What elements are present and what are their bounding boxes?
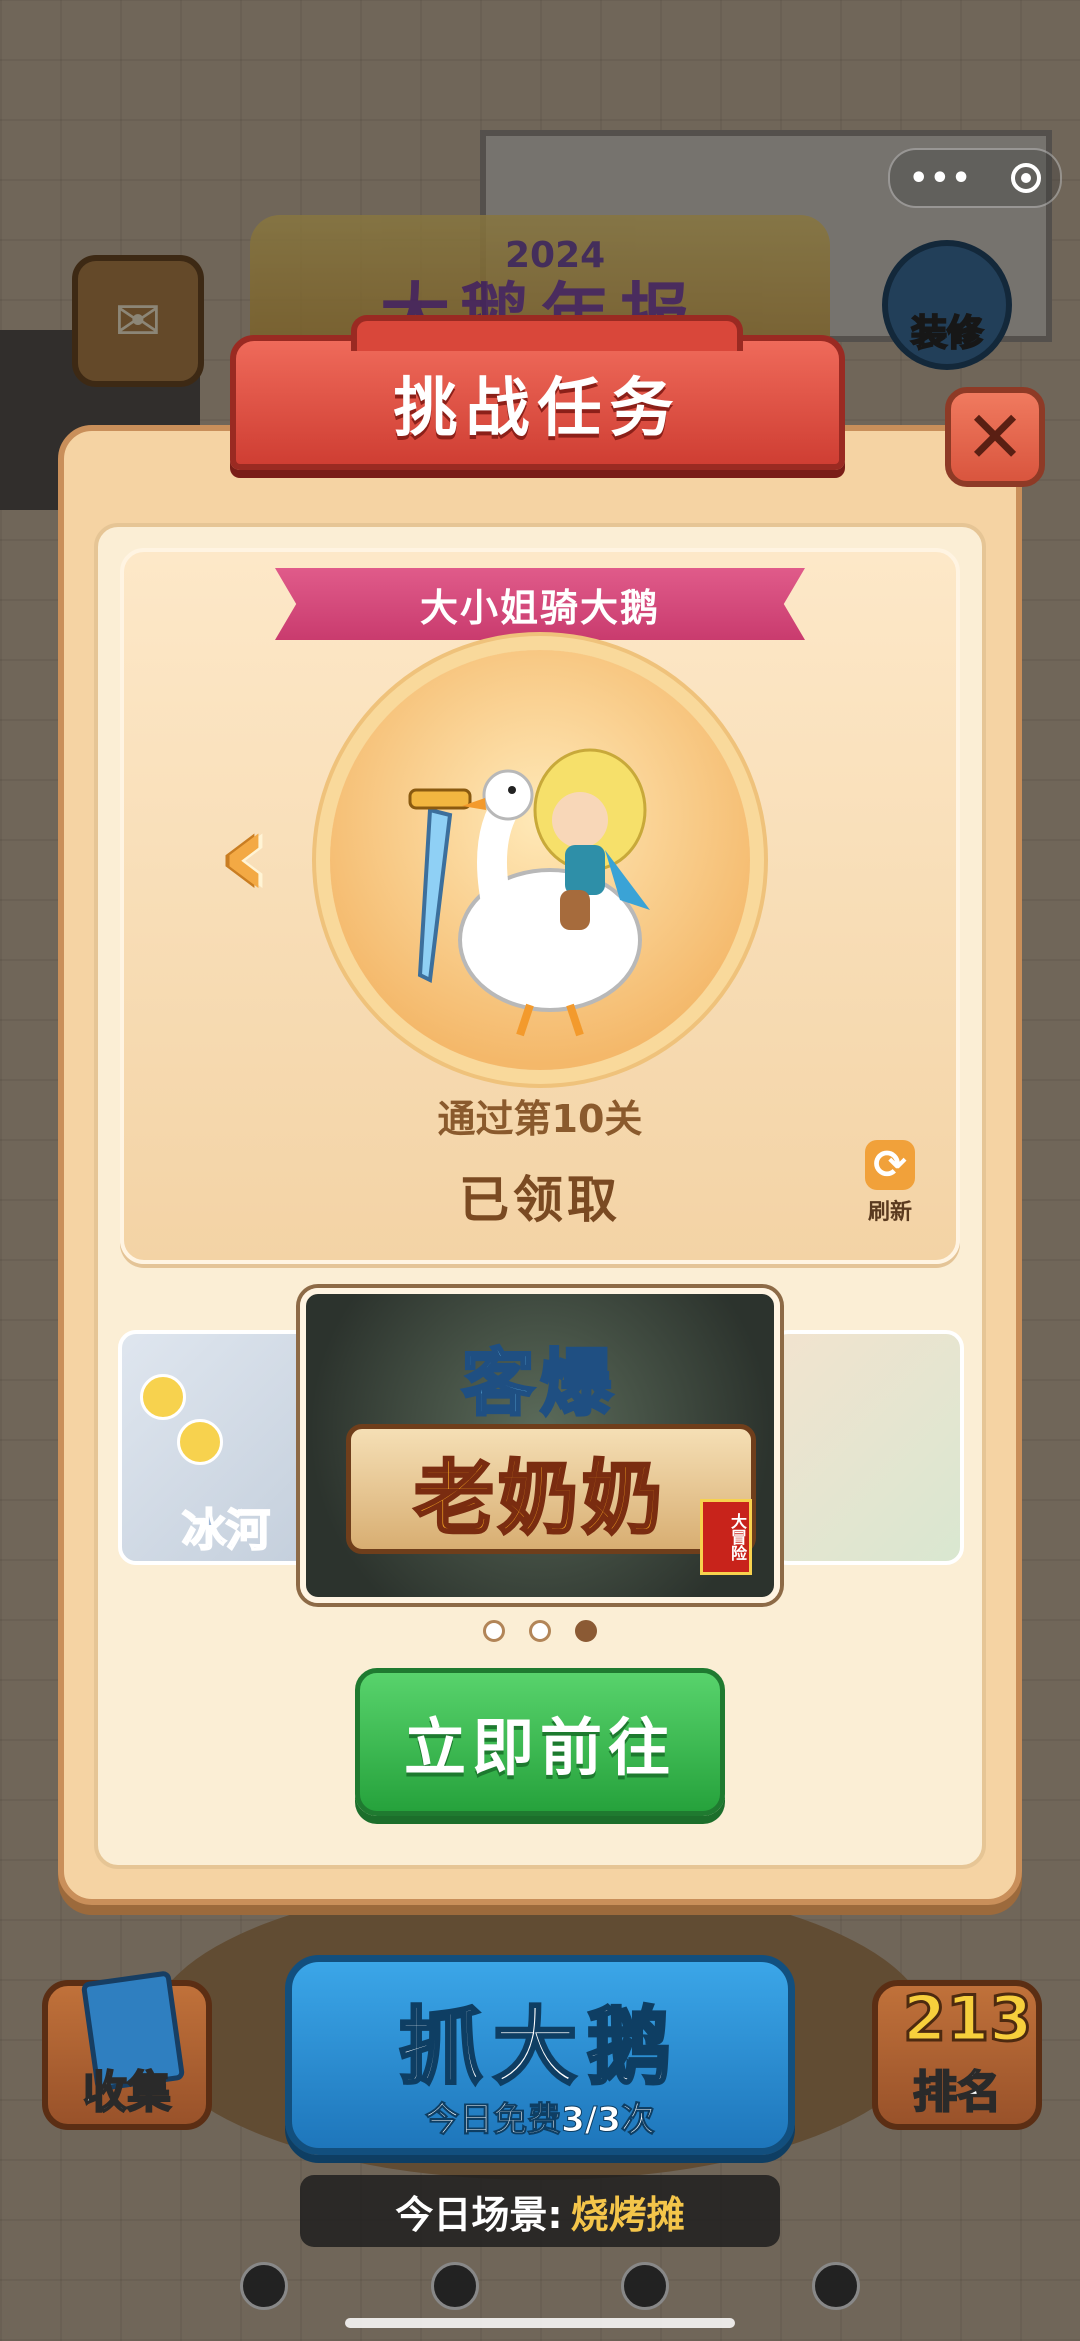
more-icon[interactable]: ••• <box>909 161 973 196</box>
thumbnail-left-label: 冰河 <box>181 1504 271 1557</box>
refresh-icon: ⟳ <box>865 1140 915 1190</box>
go-now-label: 立即前往 <box>403 1711 676 1784</box>
modal-title: 挑战任务 <box>393 371 682 446</box>
task-name: 大小姐骑大鹅 <box>419 585 660 630</box>
catch-goose-button[interactable]: 抓大鹅 今日免费3/3次 <box>285 1955 795 2155</box>
podium-icon: 213 <box>902 1981 1034 2057</box>
go-now-button[interactable]: 立即前往 <box>355 1668 725 1816</box>
avatar[interactable] <box>621 2262 670 2310</box>
game-thumbnail-left[interactable]: 冰河 <box>118 1330 318 1565</box>
close-miniprogram-icon[interactable] <box>1010 163 1041 193</box>
collect-button[interactable]: 收集 <box>42 1970 212 2130</box>
task-requirement: 通过第10关 <box>437 1097 643 1141</box>
game-thumbnail-right[interactable] <box>770 1330 964 1565</box>
goose-rider-skin-image <box>408 748 650 1037</box>
player-avatars-row <box>240 2262 860 2322</box>
emoji-icon <box>177 1419 223 1465</box>
catch-goose-title: 抓大鹅 <box>397 1997 681 2098</box>
avatar[interactable] <box>430 2262 479 2310</box>
previous-task-arrow-icon[interactable]: ‹ <box>200 786 290 925</box>
close-x-icon: ✕ <box>964 395 1026 479</box>
modal-title-banner: 挑战任务 <box>230 315 845 470</box>
pagination-dot[interactable] <box>529 1620 551 1642</box>
emoji-icon <box>140 1374 186 1420</box>
avatar[interactable] <box>811 2262 860 2310</box>
refresh-button[interactable]: ⟳ 刷新 <box>858 1140 922 1226</box>
pagination-dot[interactable] <box>483 1620 505 1642</box>
center-logo-tag: 大冒险 <box>700 1499 752 1575</box>
title-banner-tab <box>351 315 743 351</box>
carousel-pagination <box>0 1620 1080 1642</box>
pagination-dot-active[interactable] <box>575 1620 597 1642</box>
ranking-label: 排名 <box>912 2066 1002 2119</box>
home-indicator[interactable] <box>345 2318 735 2328</box>
scene-key: 今日场景: <box>395 2192 563 2237</box>
free-attempts-text: 今日免费3/3次 <box>425 2100 656 2141</box>
mini-program-capsule[interactable]: ••• <box>888 148 1062 208</box>
avatar[interactable] <box>240 2262 288 2310</box>
close-button[interactable]: ✕ <box>945 387 1045 487</box>
task-name-ribbon: 大小姐骑大鹅 <box>275 568 805 640</box>
collect-label: 收集 <box>82 2066 172 2119</box>
scene-value: 烧烤摊 <box>570 2192 685 2237</box>
game-thumbnail-center[interactable]: 客爆 老奶奶 大冒险 <box>300 1288 780 1603</box>
ranking-button[interactable]: 213 排名 <box>872 1980 1042 2130</box>
center-logo-top: 客爆 <box>460 1340 618 1427</box>
refresh-label: 刷新 <box>867 1200 912 1225</box>
today-scene-bar: 今日场景: 烧烤摊 <box>300 2175 780 2247</box>
